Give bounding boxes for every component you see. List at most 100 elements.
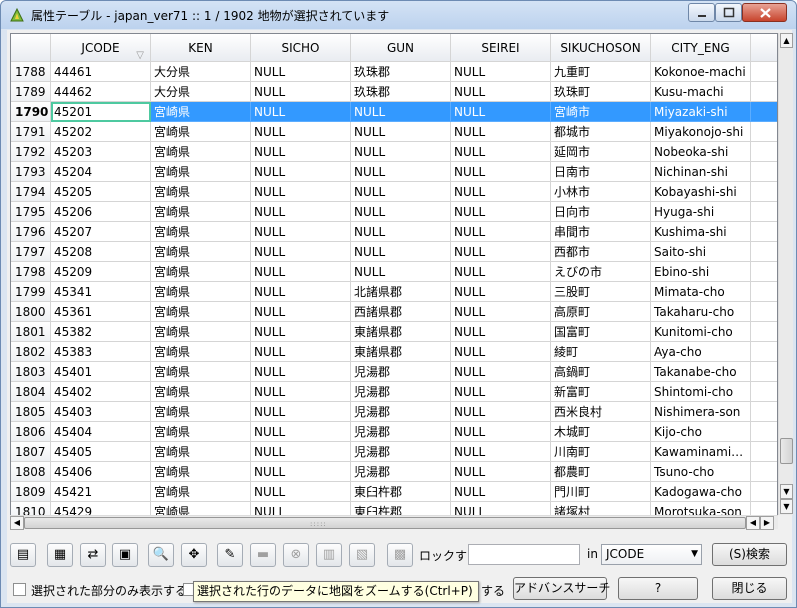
table-cell-jcode[interactable]: 45207 <box>51 222 151 242</box>
table-cell-seirei[interactable]: NULL <box>451 222 551 242</box>
table-row[interactable]: 1801 45382 宮崎県 NULL 東諸県郡 NULL 国富町 Kunitomi-cho <box>11 322 777 342</box>
delete-button[interactable]: ⊗ <box>283 543 309 567</box>
table-cell-gun[interactable]: 児湯郡 <box>351 462 451 482</box>
table-cell-sikuchoson[interactable]: 小林市 <box>551 182 651 202</box>
table-row[interactable]: 1792 45203 宮崎県 NULL NULL NULL 延岡市 Nobeoka-shi <box>11 142 777 162</box>
table-cell-seirei[interactable]: NULL <box>451 342 551 362</box>
table-cell-seirei[interactable]: NULL <box>451 142 551 162</box>
invert-selection-button[interactable]: ⇄ <box>80 543 106 567</box>
table-cell-gun[interactable]: 児湯郡 <box>351 402 451 422</box>
table-row[interactable]: 1800 45361 宮崎県 NULL 西諸県郡 NULL 高原町 Takaharu-cho <box>11 302 777 322</box>
table-cell-sikuchoson[interactable]: 九重町 <box>551 62 651 82</box>
edit-pencil-button[interactable]: ✎ <box>217 543 243 567</box>
attribute-table[interactable]: JCODE ▽ KEN SICHO GUN SEIREI SIKUCHOSON CITY_EN… <box>10 33 778 529</box>
table-cell-sicho[interactable]: NULL <box>251 182 351 202</box>
table-cell-city-eng[interactable]: Miyazaki-shi <box>651 102 751 122</box>
table-cell-sikuchoson[interactable]: 都農町 <box>551 462 651 482</box>
table-cell-ken[interactable]: 大分県 <box>151 62 251 82</box>
column-header-gun[interactable]: GUN <box>351 34 451 62</box>
table-cell-sicho[interactable]: NULL <box>251 422 351 442</box>
table-cell-sicho[interactable]: NULL <box>251 122 351 142</box>
table-cell-gun[interactable]: 玖珠郡 <box>351 62 451 82</box>
table-cell-jcode[interactable]: 45404 <box>51 422 151 442</box>
table-cell-city-eng[interactable]: Kokonoe-machi <box>651 62 751 82</box>
title-bar[interactable]: 属性テーブル - japan_ver71 :: 1 / 1902 地物が選択され… <box>1 1 796 29</box>
table-cell-seirei[interactable]: NULL <box>451 322 551 342</box>
table-cell-jcode[interactable]: 45403 <box>51 402 151 422</box>
table-cell-sikuchoson[interactable]: 高原町 <box>551 302 651 322</box>
row-number-header[interactable]: 1789 <box>11 82 51 102</box>
table-cell-sikuchoson[interactable]: 玖珠町 <box>551 82 651 102</box>
table-cell-city-eng[interactable]: Shintomi-cho <box>651 382 751 402</box>
table-cell-sicho[interactable]: NULL <box>251 362 351 382</box>
table-cell-sikuchoson[interactable]: 都城市 <box>551 122 651 142</box>
table-cell-ken[interactable]: 宮崎県 <box>151 382 251 402</box>
table-cell-ken[interactable]: 宮崎県 <box>151 342 251 362</box>
table-cell-gun[interactable]: NULL <box>351 202 451 222</box>
corner-header[interactable] <box>11 34 51 62</box>
table-cell-sikuchoson[interactable]: 門川町 <box>551 482 651 502</box>
table-cell-jcode[interactable]: 45402 <box>51 382 151 402</box>
deselect-button[interactable]: ▣ <box>112 543 138 567</box>
table-cell-ken[interactable]: 宮崎県 <box>151 442 251 462</box>
table-cell-jcode[interactable]: 45201 <box>51 102 151 122</box>
table-cell-jcode[interactable]: 44462 <box>51 82 151 102</box>
table-cell-city-eng[interactable]: Takanabe-cho <box>651 362 751 382</box>
column-header-sikuchoson[interactable]: SIKUCHOSON <box>551 34 651 62</box>
table-cell-sikuchoson[interactable]: 串間市 <box>551 222 651 242</box>
column-header-seirei[interactable]: SEIREI <box>451 34 551 62</box>
table-cell-jcode[interactable]: 45401 <box>51 362 151 382</box>
table-cell-jcode[interactable]: 45204 <box>51 162 151 182</box>
row-number-header[interactable]: 1809 <box>11 482 51 502</box>
table-cell-seirei[interactable]: NULL <box>451 82 551 102</box>
column-header-sicho[interactable]: SICHO <box>251 34 351 62</box>
show-selected-only-checkbox[interactable] <box>13 583 26 596</box>
table-row[interactable]: 1793 45204 宮崎県 NULL NULL NULL 日南市 Nichinan-shi <box>11 162 777 182</box>
table-cell-city-eng[interactable]: Saito-shi <box>651 242 751 262</box>
delete-column-button[interactable]: ▧ <box>349 543 375 567</box>
table-cell-seirei[interactable]: NULL <box>451 422 551 442</box>
table-cell-seirei[interactable]: NULL <box>451 202 551 222</box>
table-cell-sicho[interactable]: NULL <box>251 302 351 322</box>
table-cell-sicho[interactable]: NULL <box>251 482 351 502</box>
table-cell-sikuchoson[interactable]: 宮崎市 <box>551 102 651 122</box>
scroll-right-end-button[interactable]: ▶ <box>760 516 774 530</box>
table-cell-ken[interactable]: 宮崎県 <box>151 322 251 342</box>
table-cell-ken[interactable]: 宮崎県 <box>151 222 251 242</box>
row-number-header[interactable]: 1802 <box>11 342 51 362</box>
row-number-header[interactable]: 1800 <box>11 302 51 322</box>
column-header-city-eng[interactable]: CITY_ENG <box>651 34 751 62</box>
row-number-header[interactable]: 1805 <box>11 402 51 422</box>
table-cell-ken[interactable]: 宮崎県 <box>151 182 251 202</box>
table-cell-city-eng[interactable]: Ebino-shi <box>651 262 751 282</box>
table-cell-gun[interactable]: NULL <box>351 162 451 182</box>
row-number-header[interactable]: 1795 <box>11 202 51 222</box>
table-cell-seirei[interactable]: NULL <box>451 162 551 182</box>
table-cell-gun[interactable]: NULL <box>351 242 451 262</box>
table-row[interactable]: 1795 45206 宮崎県 NULL NULL NULL 日向市 Hyuga-shi <box>11 202 777 222</box>
table-cell-jcode[interactable]: 45421 <box>51 482 151 502</box>
table-row[interactable]: 1805 45403 宮崎県 NULL 児湯郡 NULL 西米良村 Nishimera-son <box>11 402 777 422</box>
table-cell-sikuchoson[interactable]: 高鍋町 <box>551 362 651 382</box>
table-cell-jcode[interactable]: 45206 <box>51 202 151 222</box>
table-cell-sicho[interactable]: NULL <box>251 142 351 162</box>
save-button[interactable]: ▬ <box>250 543 276 567</box>
close-window-button[interactable] <box>742 3 787 22</box>
table-cell-city-eng[interactable]: Kushima-shi <box>651 222 751 242</box>
table-cell-sicho[interactable]: NULL <box>251 242 351 262</box>
table-cell-sicho[interactable]: NULL <box>251 102 351 122</box>
scroll-bottom-button[interactable]: ▼ <box>780 499 793 514</box>
table-cell-sicho[interactable]: NULL <box>251 342 351 362</box>
table-cell-gun[interactable]: 玖珠郡 <box>351 82 451 102</box>
zoom-button[interactable]: 🔍 <box>148 543 174 567</box>
table-cell-city-eng[interactable]: Takaharu-cho <box>651 302 751 322</box>
table-cell-jcode[interactable]: 45341 <box>51 282 151 302</box>
table-cell-gun[interactable]: 児湯郡 <box>351 442 451 462</box>
table-cell-ken[interactable]: 宮崎県 <box>151 262 251 282</box>
table-cell-sicho[interactable]: NULL <box>251 402 351 422</box>
table-row[interactable]: 1799 45341 宮崎県 NULL 北諸県郡 NULL 三股町 Mimata-cho <box>11 282 777 302</box>
table-cell-sikuchoson[interactable]: 延岡市 <box>551 142 651 162</box>
row-number-header[interactable]: 1791 <box>11 122 51 142</box>
table-cell-gun[interactable]: 児湯郡 <box>351 422 451 442</box>
row-number-header[interactable]: 1793 <box>11 162 51 182</box>
